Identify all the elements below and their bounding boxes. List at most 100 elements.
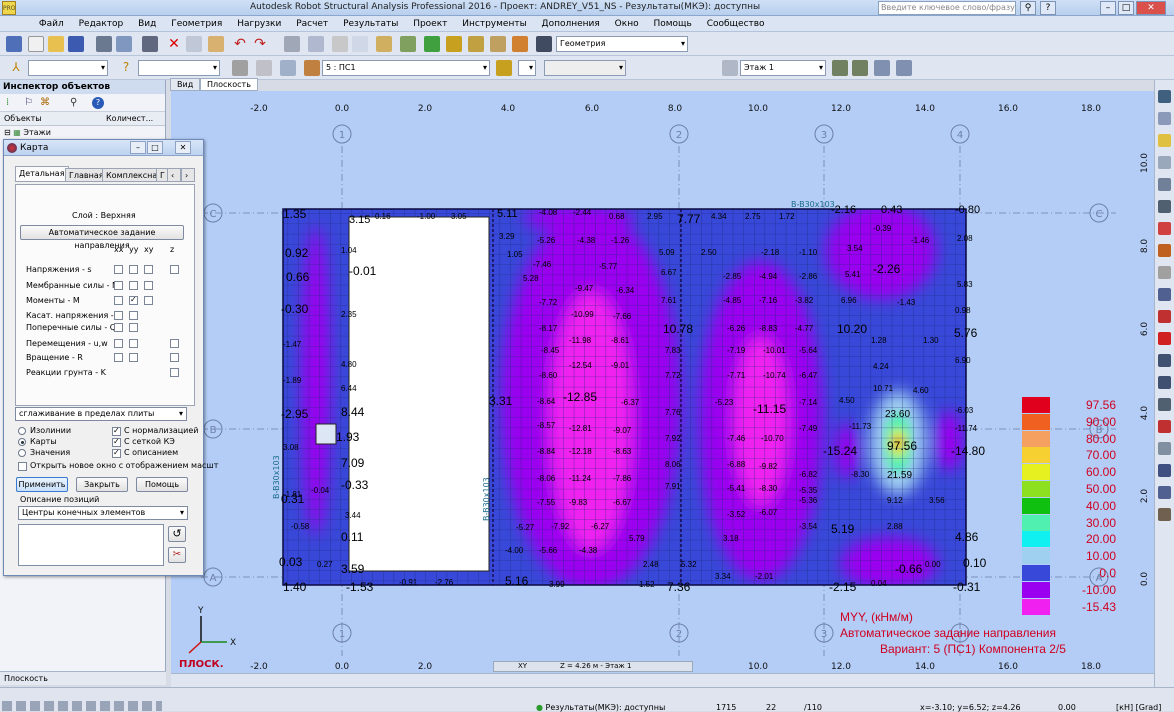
mode-icon[interactable] [496, 60, 512, 76]
open-icon[interactable] [48, 36, 64, 52]
tool-icon[interactable] [1158, 310, 1171, 323]
menu-project[interactable]: Проект [407, 16, 453, 32]
tool-icon[interactable] [1158, 134, 1171, 147]
tool-icon[interactable] [1158, 222, 1171, 235]
dialog-minimize-button[interactable]: – [130, 141, 146, 154]
values-radio[interactable] [18, 449, 26, 457]
result-checkbox[interactable] [114, 265, 123, 274]
case-combo[interactable]: 5 : ПС1 [322, 60, 490, 76]
tool-icon[interactable] [1158, 420, 1171, 433]
inspector-help-icon[interactable]: ? [92, 97, 104, 109]
tool-icon[interactable] [1158, 398, 1171, 411]
inspector-search-icon[interactable]: ⚲ [70, 97, 82, 109]
tool-icon[interactable] [1158, 464, 1171, 477]
calculator-icon[interactable] [284, 36, 300, 52]
tool-icon[interactable] [1158, 288, 1171, 301]
result-checkbox[interactable] [170, 353, 179, 362]
menu-tools[interactable]: Инструменты [456, 16, 532, 32]
result-checkbox[interactable] [170, 368, 179, 377]
menu-geometry[interactable]: Геометрия [165, 16, 228, 32]
result-checkbox[interactable] [129, 295, 138, 305]
print-icon[interactable] [96, 36, 112, 52]
redo-icon[interactable]: ↷ [252, 36, 268, 52]
menu-help[interactable]: Помощь [647, 16, 697, 32]
tool-icon[interactable] [1158, 90, 1171, 103]
dialog-maximize-button[interactable]: □ [147, 141, 163, 154]
apply-button[interactable]: Применить [16, 477, 68, 492]
menu-community[interactable]: Сообщество [701, 16, 771, 32]
result-checkbox[interactable] [170, 265, 179, 274]
help-icon[interactable]: ? [1040, 1, 1056, 15]
close-button[interactable]: ✕ [1136, 1, 1166, 15]
tab-plane[interactable]: Плоскость [200, 78, 258, 91]
search-input[interactable]: Введите ключевое слово/фразу [878, 1, 1016, 15]
component-combo[interactable] [544, 60, 626, 76]
menu-analysis[interactable]: Расчет [290, 16, 334, 32]
menu-addins[interactable]: Дополнения [536, 16, 606, 32]
result-checkbox[interactable] [129, 339, 138, 348]
tool-icon[interactable] [1158, 156, 1171, 169]
tool-icon[interactable] [1158, 112, 1171, 125]
preview-icon[interactable] [116, 36, 132, 52]
inspector-tab-plane[interactable]: Плоскость [0, 671, 166, 685]
inspector-filter-icon[interactable]: ⚐ [24, 97, 36, 109]
panel-icon[interactable] [232, 60, 248, 76]
refresh-icon[interactable]: ↺ [168, 526, 186, 542]
tab-view[interactable]: Вид [170, 78, 201, 91]
result-checkbox[interactable] [129, 311, 138, 320]
menu-view[interactable]: Вид [132, 16, 162, 32]
tool-icon[interactable] [1158, 376, 1171, 389]
storey-down-icon[interactable] [852, 60, 868, 76]
normalization-checkbox[interactable] [112, 426, 121, 436]
fe-grid-checkbox[interactable] [112, 437, 121, 447]
inspector-sort-icon[interactable]: ⌘ [40, 97, 52, 109]
view-table-icon[interactable] [896, 60, 912, 76]
result-checkbox[interactable] [114, 323, 123, 332]
loads-icon[interactable] [446, 36, 462, 52]
layout-icon[interactable] [536, 36, 552, 52]
measure-icon[interactable] [376, 36, 392, 52]
menu-results[interactable]: Результаты [337, 16, 404, 32]
lock-icon[interactable] [332, 36, 348, 52]
minimize-button[interactable]: – [1100, 1, 1116, 15]
storey-up-icon[interactable] [832, 60, 848, 76]
description-checkbox[interactable] [112, 448, 121, 458]
menu-loads[interactable]: Нагрузки [231, 16, 287, 32]
result-checkbox[interactable] [129, 323, 138, 332]
tool-icon[interactable] [1158, 354, 1171, 367]
result-checkbox[interactable] [129, 265, 138, 274]
tool-icon[interactable] [1158, 200, 1171, 213]
result-checkbox[interactable] [144, 296, 153, 305]
tool-icon[interactable] [1158, 486, 1171, 499]
tool-icon[interactable] [1158, 178, 1171, 191]
auto-direction-button[interactable]: Автоматическое задание направления [20, 225, 184, 250]
layout-combo[interactable]: Геометрия [556, 36, 688, 52]
save-icon[interactable] [68, 36, 84, 52]
clear-icon[interactable]: ✂ [168, 547, 186, 563]
bar-icon[interactable]: ? [118, 60, 134, 76]
menu-file[interactable]: Файл [33, 16, 70, 32]
isolines-radio[interactable] [18, 427, 26, 435]
inspector-tree-icon[interactable]: ⁞ [6, 97, 18, 109]
load-case-icon[interactable] [304, 60, 320, 76]
result-checkbox[interactable] [114, 353, 123, 362]
map-plot[interactable]: -2.0-2.00.00.02.02.04.04.06.06.08.08.010… [171, 91, 1154, 687]
tool-icon[interactable] [1158, 332, 1171, 345]
result-checkbox[interactable] [170, 339, 179, 348]
help-button[interactable]: Помощь [136, 477, 188, 492]
undo-icon[interactable]: ↶ [232, 36, 248, 52]
description-textbox[interactable] [18, 524, 164, 566]
storey-combo[interactable]: Этаж 1 [740, 60, 826, 76]
node-icon[interactable]: ⅄ [8, 60, 24, 76]
new-window-checkbox[interactable] [18, 462, 27, 471]
zoom-icon[interactable] [352, 36, 368, 52]
result-checkbox[interactable] [144, 265, 153, 274]
tab-scroll-left[interactable]: ‹ [167, 168, 181, 182]
select-icon[interactable] [6, 36, 22, 52]
close-dialog-button[interactable]: Закрыть [76, 477, 128, 492]
result-checkbox[interactable] [129, 353, 138, 362]
calc-icon[interactable] [256, 60, 272, 76]
new-file-icon[interactable] [28, 36, 44, 52]
result-checkbox[interactable] [114, 311, 123, 320]
col-count[interactable]: Количест... [106, 114, 153, 123]
